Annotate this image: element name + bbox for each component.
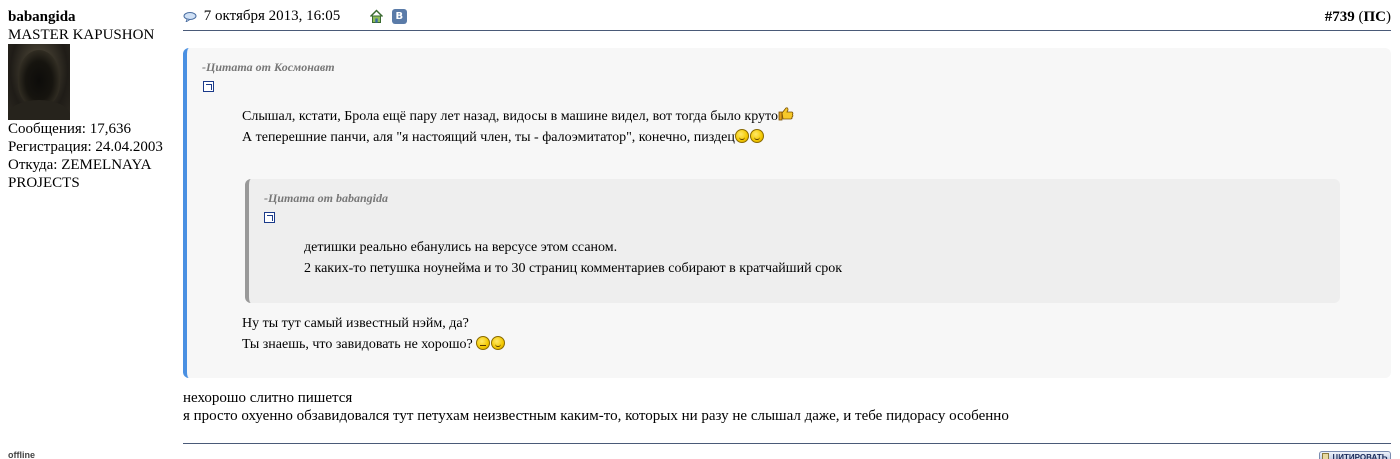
user-location: Откуда: ZEMELNAYA PROJECTS <box>8 156 178 192</box>
quote-text-line: Слышал, кстати, Брола ещё пару лет назад… <box>242 106 794 127</box>
forum-post: babangida MASTER KAPUSHON Сообщения: 17,… <box>0 0 1400 459</box>
post-body-line: я просто охуенно обзавидовался тут петух… <box>183 408 1009 424</box>
quote-author: -Цитата от Космонавт <box>202 60 335 74</box>
quote-line-2: А теперешние панчи, аля "я настоящий чле… <box>242 130 735 145</box>
quote-text-line: 2 каких-то петушка ноунейма и то 30 стра… <box>304 261 843 276</box>
header-icon-group: B <box>369 9 411 26</box>
avatar-body-shape <box>8 100 70 120</box>
avatar[interactable] <box>8 44 70 120</box>
user-location-line1: Откуда: ZEMELNAYA <box>8 157 152 173</box>
quote-line-1: Слышал, кстати, Брола ещё пару лет назад… <box>242 109 778 124</box>
user-location-line2: PROJECTS <box>8 175 80 191</box>
quote-text-line: детишки реально ебанулись на версусе это… <box>304 240 618 255</box>
quote-block-inner: -Цитата от babangida детишки реально еба… <box>245 179 1340 303</box>
post-suffix-close: ) <box>1386 9 1391 25</box>
quote-button[interactable]: ЦИТИРОВАТЬ <box>1319 451 1391 459</box>
neutral-smiley-icon <box>475 336 490 350</box>
thumbs-up-smiley-icon <box>778 107 794 121</box>
username-link[interactable]: babangida <box>8 8 178 26</box>
jump-to-post-icon[interactable] <box>264 212 275 223</box>
home-icon[interactable] <box>369 9 384 24</box>
vk-icon[interactable]: B <box>391 9 407 24</box>
quote-text-line: А теперешние панчи, аля "я настоящий чле… <box>242 127 764 148</box>
laughing-smiley-icon <box>734 129 749 143</box>
user-info-panel: babangida MASTER KAPUSHON Сообщения: 17,… <box>8 8 178 192</box>
post-date: 7 октября 2013, 16:05 <box>203 8 341 25</box>
user-title: MASTER KAPUSHON <box>8 27 155 43</box>
post-icon <box>183 11 197 22</box>
avatar-hood-shape <box>18 50 60 106</box>
post-number: #739 (ПС) <box>1325 9 1391 26</box>
user-post-count: Сообщения: 17,636 <box>8 121 131 137</box>
user-registration-date: Регистрация: 24.04.2003 <box>8 139 163 155</box>
laughing-smiley-icon <box>490 336 505 350</box>
post-suffix[interactable]: ПС <box>1364 9 1387 25</box>
post-header: 7 октября 2013, 16:05 B #739 (ПС) <box>183 8 1391 31</box>
post-body-line: нехорошо слитно пишется <box>183 390 353 406</box>
jump-to-post-icon[interactable] <box>203 81 214 92</box>
quote-text-line: Ты знаешь, что завидовать не хорошо? <box>242 334 505 355</box>
laughing-smiley-icon <box>749 129 764 143</box>
quote-text-line: Ну ты тут самый известный нэйм, да? <box>242 316 469 331</box>
post-suffix-open: ( <box>1354 9 1364 25</box>
user-status: offline <box>8 450 35 459</box>
quote-line-after-2: Ты знаешь, что завидовать не хорошо? <box>242 337 473 352</box>
post-number-link[interactable]: #739 <box>1325 9 1355 25</box>
quote-author: -Цитата от babangida <box>264 191 389 205</box>
post-body: нехорошо слитно пишется я просто охуенно… <box>183 389 1009 425</box>
post-footer-divider <box>183 443 1391 444</box>
quote-block-outer: -Цитата от Космонавт Слышал, кстати, Бро… <box>183 48 1391 378</box>
